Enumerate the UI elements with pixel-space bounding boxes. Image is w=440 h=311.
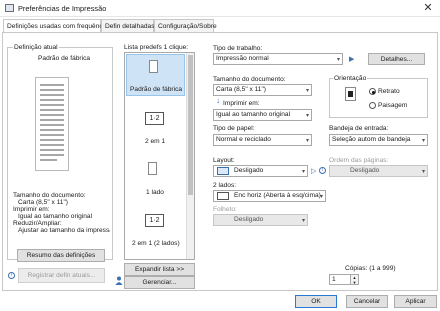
copies-label: Cópias: (1 a 999) [345, 265, 396, 272]
apply-button[interactable]: Aplicar [394, 295, 437, 308]
booklet-select[interactable]: Desligado ▾ [213, 214, 308, 226]
orientation-label: Orientação [333, 75, 368, 82]
expand-list-button[interactable]: Expandir lista >> [124, 263, 195, 276]
chevron-down-icon: ▾ [301, 218, 305, 224]
summary-line: Reduzir/Ampliar: [13, 220, 62, 227]
booklet-value: Desligado [234, 216, 264, 223]
portrait-radio[interactable] [369, 88, 376, 95]
input-tray-label: Bandeja de entrada: [329, 125, 389, 132]
arrow-down-icon: ↓ [216, 96, 220, 105]
preset-item-label: 1 lado [146, 189, 164, 196]
tab-frequent-settings[interactable]: Definições usadas com frequência [3, 19, 108, 33]
chevron-down-icon: ▾ [421, 138, 425, 144]
two-in-one-duplex-icon: 1·2 [145, 214, 164, 227]
two-in-one-icon: 1·2 [145, 112, 164, 125]
preset-item-2in1[interactable]: 1·2 2 em 1 [126, 108, 185, 150]
preset-item-2in1-duplex[interactable]: 1·2 2 em 1 (2 lados) [126, 210, 185, 252]
portrait-marker [348, 91, 353, 97]
summary-line: Tamanho do documento: [13, 192, 86, 199]
orientation-group [329, 78, 428, 118]
chevron-down-icon: ▾ [319, 194, 323, 200]
layout-page-icon [217, 167, 229, 175]
job-type-label: Tipo de trabalho: [213, 45, 263, 52]
preset-item-single-sided[interactable]: 1 lado [126, 158, 185, 200]
job-type-value: Impressão normal [216, 55, 269, 62]
close-icon[interactable]: ✕ [420, 2, 436, 15]
paper-type-label: Tipo de papel: [213, 125, 255, 132]
layout-label: Layout: [213, 157, 235, 164]
play-arrow-icon: ▶ [349, 56, 355, 63]
job-type-select[interactable]: Impressão normal ▾ [213, 53, 343, 65]
title-bar: Preferências de Impressão ✕ [0, 0, 440, 17]
print-on-label: Imprimir em: [223, 100, 260, 107]
preset-item-label: Padrão de fábrica [130, 86, 183, 93]
document-size-value: Carta (8,5" x 11") [216, 86, 266, 93]
two-sided-value: Enc horiz (Aberta à esq/cima) [234, 192, 321, 199]
details-button[interactable]: Detalhes... [368, 53, 425, 65]
portrait-page-icon [345, 87, 356, 101]
layout-select[interactable]: Desligado ▾ [213, 165, 308, 177]
summary-line: Imprimir em: [13, 206, 50, 213]
preset-item-label: 2 em 1 (2 lados) [132, 240, 180, 247]
chevron-down-icon: ▾ [421, 169, 425, 175]
input-tray-value: Seleção autom de bandeja [332, 136, 411, 143]
document-size-select[interactable]: Carta (8,5" x 11") ▾ [213, 84, 312, 96]
single-page-icon [149, 60, 158, 73]
document-size-label: Tamanho do documento: [213, 76, 286, 83]
document-preview-icon [35, 77, 69, 171]
admin-user-icon [115, 276, 123, 285]
ok-button[interactable]: OK [295, 295, 337, 308]
layout-value: Desligado [234, 167, 264, 174]
current-settings-heading: Definição atual [13, 44, 59, 51]
current-settings-name: Padrão de fábrica [38, 55, 91, 62]
tab-configuration[interactable]: Configuração/Sobre [154, 19, 217, 32]
page-order-select[interactable]: Desligado ▾ [329, 165, 428, 177]
two-sided-select[interactable]: Enc horiz (Aberta à esq/cima) ▾ [213, 190, 326, 202]
paper-type-value: Normal e reciclado [216, 136, 271, 143]
chevron-down-icon: ▾ [301, 169, 305, 175]
booklet-label: Folheto: [213, 206, 237, 213]
info-icon: i [319, 167, 326, 174]
play-arrow-icon: ▷ [311, 168, 317, 175]
landscape-label: Paisagem [378, 102, 408, 109]
print-on-select[interactable]: Igual ao tamanho original ▾ [213, 109, 312, 121]
preset-scrollbar[interactable] [186, 53, 194, 259]
copies-spinner[interactable]: ▲ ▼ [351, 274, 359, 285]
tab-bar: Definições usadas com frequência Defin d… [0, 19, 440, 33]
preset-item-factory-default[interactable]: Padrão de fábrica [126, 54, 185, 96]
summary-line: Carta (8,5" x 11") [18, 199, 68, 206]
info-icon: i [8, 272, 15, 279]
chevron-down-icon: ▾ [305, 88, 309, 94]
chevron-down-icon: ▾ [305, 113, 309, 119]
preset-list-heading: Lista predefs 1 clique: [124, 44, 189, 51]
settings-summary-button[interactable]: Resumo das definições [17, 249, 105, 262]
input-tray-select[interactable]: Seleção autom de bandeja ▾ [329, 134, 428, 146]
scrollbar-thumb[interactable] [188, 55, 193, 195]
page-order-label: Ordem das páginas: [329, 157, 389, 164]
summary-line: Igual ao tamanho original [18, 213, 93, 220]
register-settings-button[interactable]: Registrar defin atuais... [18, 268, 105, 283]
single-page-icon [148, 162, 157, 175]
summary-line: Ajustar ao tamanho da impressão [18, 227, 110, 234]
window-title: Preferências de Impressão [18, 4, 107, 13]
cancel-button[interactable]: Cancelar [346, 295, 388, 308]
chevron-down-icon: ▾ [305, 138, 309, 144]
preset-item-label: 2 em 1 [145, 138, 166, 145]
page-order-value: Desligado [350, 167, 380, 174]
landscape-radio[interactable] [369, 102, 376, 109]
two-sided-label: 2 lados: [213, 182, 237, 189]
chevron-down-icon: ▾ [336, 57, 340, 63]
printer-icon [5, 4, 14, 12]
duplex-icon [217, 192, 229, 200]
manage-button[interactable]: Gerenciar... [124, 276, 195, 289]
paper-type-select[interactable]: Normal e reciclado ▾ [213, 134, 312, 146]
tab-detailed-settings[interactable]: Defin detalhadas [101, 19, 155, 32]
portrait-label: Retrato [378, 88, 400, 95]
copies-input[interactable]: 1 [329, 274, 351, 285]
print-on-value: Igual ao tamanho original [216, 111, 291, 118]
